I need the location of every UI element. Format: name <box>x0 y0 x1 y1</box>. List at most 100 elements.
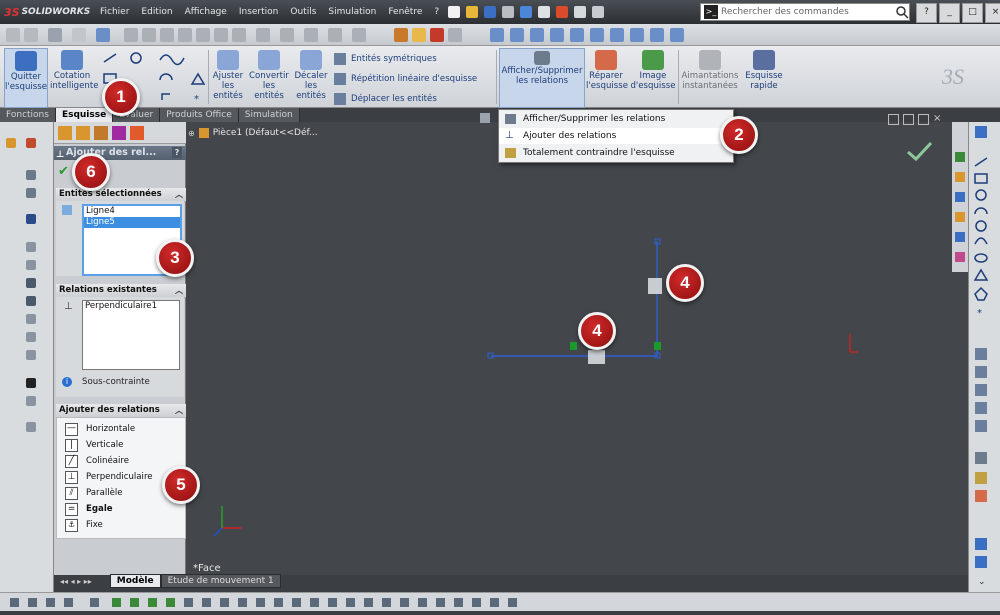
text-icon[interactable] <box>26 214 36 224</box>
relation-icon[interactable] <box>26 278 36 288</box>
toolbar-sketch-icon[interactable] <box>72 28 86 42</box>
smart-dim-icon[interactable] <box>26 188 36 198</box>
abc-icon[interactable] <box>26 170 36 180</box>
eraser-icon[interactable] <box>26 138 36 148</box>
side-icon[interactable] <box>955 212 965 222</box>
trim-entities-button[interactable]: Ajuster les entités <box>210 48 246 106</box>
relation-horizontal[interactable]: — Horizontale <box>65 422 135 436</box>
toolbar-dim-icon[interactable] <box>142 28 156 42</box>
right-sketch-tools[interactable]: * ⌄ <box>969 122 1000 592</box>
side-icon[interactable] <box>955 252 965 262</box>
quick-snaps-button[interactable]: Aimantations instantanées <box>680 48 740 106</box>
toolbar-rect-icon[interactable] <box>178 28 192 42</box>
menu-tools[interactable]: Outils <box>284 0 322 24</box>
new-document-icon[interactable] <box>448 6 461 18</box>
side-icon[interactable] <box>955 192 965 202</box>
relation-collinear[interactable]: ╱ Colinéaire <box>65 454 129 468</box>
command-search[interactable]: >_ Rechercher des commandes <box>700 3 910 21</box>
side-icon[interactable] <box>955 152 965 162</box>
menu-simulation[interactable]: Simulation <box>322 0 382 24</box>
toolbar-mass-icon[interactable] <box>304 28 318 42</box>
menu-file[interactable]: Fichier <box>94 0 135 24</box>
menu-help[interactable]: ? <box>428 0 445 24</box>
side-icon[interactable] <box>955 232 965 242</box>
toolbar-view-top-icon[interactable] <box>510 28 524 42</box>
help-button[interactable]: ? <box>916 3 937 23</box>
side-icon[interactable] <box>955 172 965 182</box>
relation-fix[interactable]: ⚓ Fixe <box>65 518 103 532</box>
toolbar-view-iso-icon[interactable] <box>550 28 564 42</box>
toolbar-smart-dim-icon[interactable] <box>96 28 110 42</box>
rebuild-icon[interactable] <box>556 6 569 18</box>
toolbar-view-normal-icon[interactable] <box>630 28 644 42</box>
collapse-chevron-icon[interactable]: ︿ <box>175 404 183 417</box>
smart-dimension-button[interactable]: Cotation intelligente <box>50 48 99 106</box>
list-item[interactable]: Ligne5 <box>84 217 180 228</box>
menu-view[interactable]: Affichage <box>179 0 233 24</box>
relation-perpendicular[interactable]: ⊥ Perpendiculaire <box>65 470 153 484</box>
toolbar-appearance-icon[interactable] <box>412 28 426 42</box>
dimxpert-icon[interactable] <box>112 126 126 140</box>
toolbar-render-icon[interactable] <box>448 28 462 42</box>
magnify-icon[interactable] <box>26 350 36 360</box>
move-entities-button[interactable]: Déplacer les entités <box>334 90 437 108</box>
sketch-canvas[interactable] <box>186 122 968 575</box>
toolbar-circle-icon[interactable] <box>196 28 210 42</box>
convert-entities-button[interactable]: Convertir les entités <box>248 48 290 106</box>
menu-window[interactable]: Fenêtre <box>382 0 428 24</box>
existing-relations-header[interactable]: Relations existantes ︿ <box>56 284 187 298</box>
minimize-button[interactable]: _ <box>939 3 960 23</box>
file-properties-icon[interactable] <box>574 6 587 18</box>
display-delete-relations-button[interactable]: Afficher/Supprimer les relations <box>499 48 585 108</box>
tab-motion-study[interactable]: Etude de mouvement 1 <box>160 574 281 588</box>
existing-relations-list[interactable]: Perpendiculaire1 <box>82 300 180 370</box>
menu-edit[interactable]: Edition <box>135 0 178 24</box>
list-item[interactable]: Ligne4 <box>84 206 180 217</box>
quit-sketch-button[interactable]: Quitter l'esquisse <box>4 48 48 108</box>
toolbar-color-icon[interactable] <box>394 28 408 42</box>
selected-entities-header[interactable]: Entités sélectionnées ︿ <box>56 188 187 202</box>
toolbar-section-icon[interactable] <box>328 28 342 42</box>
rapid-sketch-button[interactable]: Esquisse rapide <box>744 48 784 106</box>
selection-handle[interactable] <box>588 350 605 364</box>
close-button[interactable]: × <box>985 3 1000 23</box>
relation-parallel[interactable]: ⫽ Parallèle <box>65 486 123 500</box>
mirror-entities-button[interactable]: Entités symétriques <box>334 50 437 68</box>
target-icon[interactable] <box>26 422 36 432</box>
toolbar-sum-icon[interactable] <box>256 28 270 42</box>
toolbar-scene-icon[interactable] <box>430 28 444 42</box>
hatch-icon[interactable] <box>26 396 36 406</box>
toolbar-spline-icon[interactable] <box>232 28 246 42</box>
menu-item-add-relations[interactable]: ⊥ Ajouter des relations <box>499 128 733 144</box>
collapse-chevron-icon[interactable]: ︿ <box>175 284 183 297</box>
help-icon[interactable]: ? <box>172 147 182 158</box>
menu-item-display-delete-relations[interactable]: Afficher/Supprimer les relations <box>499 111 733 127</box>
options-gear-icon[interactable] <box>592 6 605 18</box>
open-folder-icon[interactable] <box>466 6 479 18</box>
tab-model[interactable]: Modèle <box>109 574 161 588</box>
configuration-icon[interactable] <box>94 126 108 140</box>
spline-icon[interactable] <box>26 296 36 306</box>
maximize-button[interactable]: □ <box>962 3 983 23</box>
fill-icon[interactable] <box>26 378 36 388</box>
linear-pattern-button[interactable]: Répétition linéaire d'esquisse <box>334 70 477 88</box>
selection-handle[interactable] <box>648 278 662 294</box>
list-item[interactable]: Perpendiculaire1 <box>83 301 179 312</box>
search-icon[interactable] <box>895 5 909 19</box>
sketch-picture-button[interactable]: Image d'esquisse <box>630 48 676 106</box>
repair-sketch-button[interactable]: Réparer l'esquisse <box>586 48 628 106</box>
toolbar-view-right-icon[interactable] <box>530 28 544 42</box>
toolbar-check-icon[interactable] <box>352 28 366 42</box>
horizontal-constraint-icon[interactable] <box>570 342 577 350</box>
toolbar-select-icon[interactable] <box>6 28 20 42</box>
toolbar-pointer-icon[interactable] <box>48 28 62 42</box>
menu-insert[interactable]: Insertion <box>233 0 285 24</box>
tab-sketch[interactable]: Esquisse <box>55 108 114 122</box>
undo-icon[interactable] <box>520 6 533 18</box>
toolbar-view-front-icon[interactable] <box>490 28 504 42</box>
toolbar-view-trimetric-icon[interactable] <box>670 28 684 42</box>
offset-entities-button[interactable]: Décaler les entités <box>292 48 330 106</box>
bottom-tool-icons[interactable] <box>0 593 560 612</box>
tab-simulation[interactable]: Simulation <box>238 108 300 122</box>
toolbar-view-left-icon[interactable] <box>610 28 624 42</box>
